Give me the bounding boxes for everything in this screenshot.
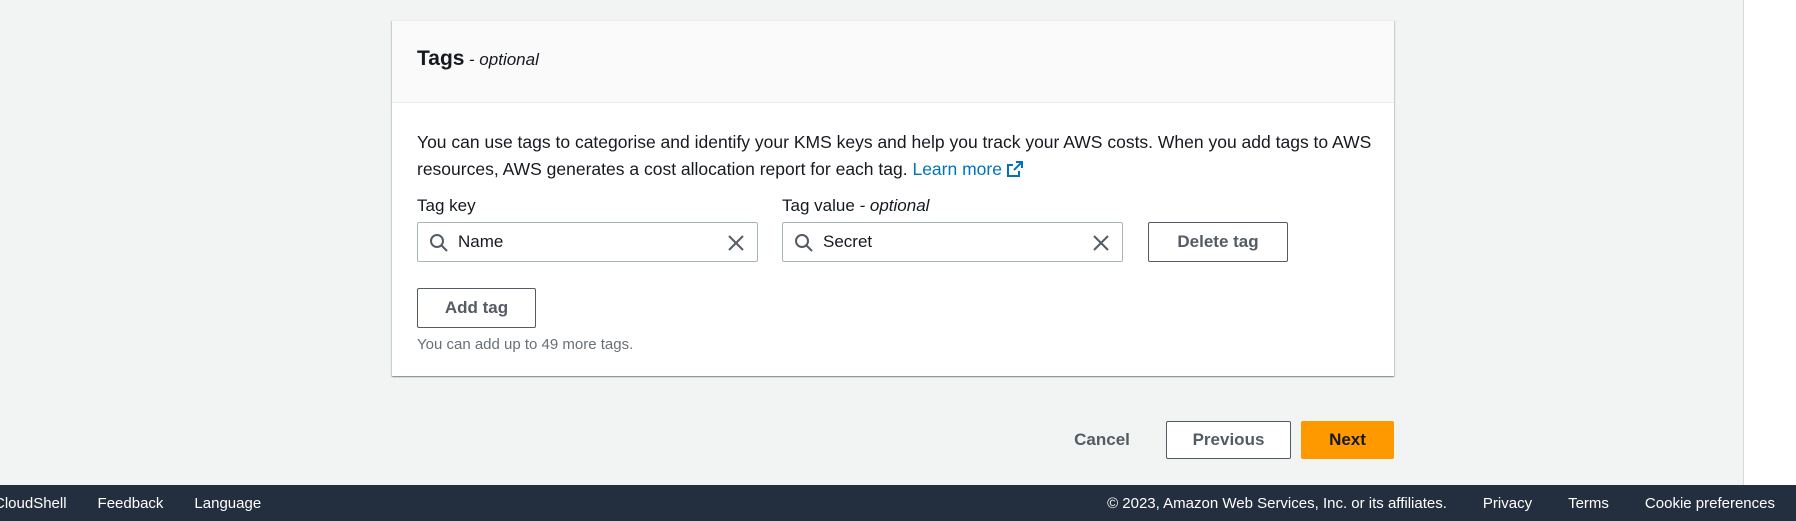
cancel-button[interactable]: Cancel: [1054, 421, 1150, 459]
tags-panel-header: Tags - optional: [392, 21, 1394, 103]
tag-value-input[interactable]: [823, 224, 1073, 260]
previous-button[interactable]: Previous: [1166, 421, 1291, 459]
tags-title: Tags: [417, 47, 465, 70]
wizard-actions: Cancel Previous Next: [0, 421, 1394, 459]
tag-key-input-wrap: [417, 222, 758, 262]
footer-left: CloudShell Feedback Language: [0, 495, 261, 512]
footer-terms-link[interactable]: Terms: [1568, 495, 1609, 512]
next-button[interactable]: Next: [1301, 421, 1394, 459]
add-tag-button[interactable]: Add tag: [417, 288, 536, 328]
tag-value-field: Tag value - optional: [782, 196, 1123, 262]
clear-tag-key-icon[interactable]: [726, 233, 746, 258]
tag-key-field: Tag key: [417, 196, 758, 262]
footer-right: © 2023, Amazon Web Services, Inc. or its…: [1107, 495, 1775, 512]
tag-key-input[interactable]: [458, 224, 708, 260]
footer-copyright: © 2023, Amazon Web Services, Inc. or its…: [1107, 495, 1447, 512]
clear-tag-value-icon[interactable]: [1091, 233, 1111, 258]
delete-tag-button[interactable]: Delete tag: [1148, 222, 1288, 262]
tag-value-label: Tag value - optional: [782, 196, 1123, 222]
tags-panel: Tags - optional You can use tags to cate…: [392, 20, 1394, 376]
tag-row: Tag key Tag value - optional Delete tag: [417, 196, 1369, 262]
footer-feedback-link[interactable]: Feedback: [98, 495, 164, 512]
footer-language-link[interactable]: Language: [194, 495, 261, 512]
search-icon: [794, 233, 814, 258]
tags-hint: You can add up to 49 more tags.: [417, 336, 634, 353]
tags-panel-body: You can use tags to categorise and ident…: [392, 103, 1394, 353]
footer-cookie-preferences-link[interactable]: Cookie preferences: [1645, 495, 1775, 512]
footer-privacy-link[interactable]: Privacy: [1483, 495, 1532, 512]
tag-key-label: Tag key: [417, 196, 476, 215]
console-footer: CloudShell Feedback Language © 2023, Ama…: [0, 485, 1796, 521]
tags-title-optional: - optional: [468, 50, 539, 69]
tag-value-optional: - optional: [859, 196, 930, 215]
footer-cloudshell-link[interactable]: CloudShell: [0, 495, 67, 512]
search-icon: [429, 233, 449, 258]
tags-description: You can use tags to categorise and ident…: [417, 129, 1377, 186]
external-link-icon: [1006, 159, 1024, 186]
learn-more-label: Learn more: [912, 159, 1002, 179]
tag-value-label-text: Tag value: [782, 196, 855, 215]
learn-more-link[interactable]: Learn more: [912, 159, 1024, 179]
right-side-rail: [1743, 0, 1796, 485]
tags-description-text: You can use tags to categorise and ident…: [417, 132, 1372, 179]
tag-value-input-wrap: [782, 222, 1123, 262]
